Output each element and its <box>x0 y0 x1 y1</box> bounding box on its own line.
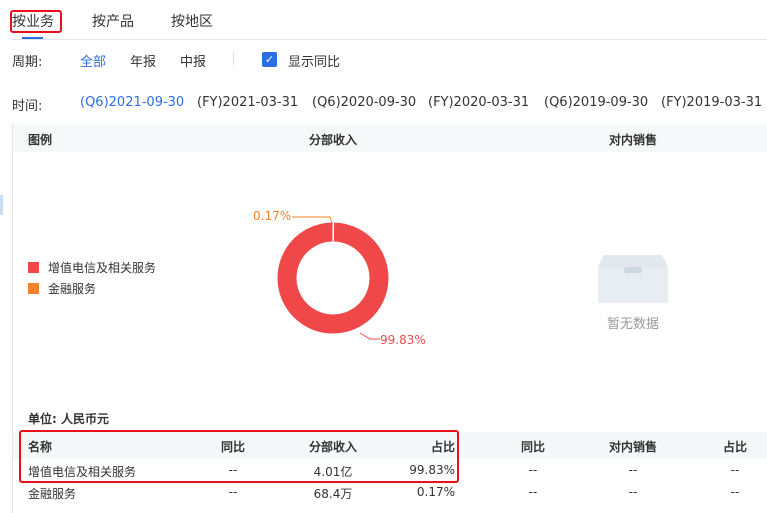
time-option[interactable]: (Q6)2020-09-30 <box>312 95 416 110</box>
period-all[interactable]: 全部 <box>80 51 106 70</box>
table-cell: -- <box>730 463 740 477</box>
show-yoy-checkbox[interactable]: ✓ <box>262 52 277 67</box>
legend-title: 图例 <box>28 133 53 147</box>
column-header: 占比 <box>722 440 748 454</box>
label-leader <box>359 332 380 340</box>
empty-box-icon <box>598 255 668 303</box>
legend-swatch <box>28 262 39 273</box>
tab-by-product[interactable]: 按产品 <box>92 11 134 31</box>
period-interim[interactable]: 中报 <box>180 51 206 70</box>
time-option[interactable]: (FY)2021-03-31 <box>197 95 298 110</box>
highlight-box <box>10 10 62 33</box>
table-cell: -- <box>730 485 740 499</box>
table-cell: -- <box>228 485 238 499</box>
time-option[interactable]: (Q6)2021-09-30 <box>80 95 184 110</box>
column-header: 同比 <box>520 440 546 454</box>
time-option[interactable]: (FY)2020-03-31 <box>428 95 529 110</box>
divider <box>233 52 234 65</box>
unit-label: 单位: 人民币元 <box>28 412 109 426</box>
time-label: 时间: <box>12 99 43 114</box>
table-cell: 金融服务 <box>28 487 77 501</box>
internal-sales-col-title: 对内销售 <box>608 133 658 147</box>
legend-label[interactable]: 金融服务 <box>48 280 96 297</box>
table-cell: -- <box>628 485 638 499</box>
time-option[interactable]: (FY)2019-03-31 <box>661 95 762 110</box>
table-cell: -- <box>628 463 638 477</box>
period-label: 周期: <box>12 55 43 70</box>
table-cell: -- <box>528 463 538 477</box>
revenue-col-title: 分部收入 <box>308 133 358 147</box>
show-yoy-label[interactable]: 显示同比 <box>288 51 340 70</box>
legend-swatch <box>28 283 39 294</box>
side-marker <box>0 195 3 215</box>
period-annual[interactable]: 年报 <box>130 51 156 70</box>
time-option[interactable]: (Q6)2019-09-30 <box>544 95 648 110</box>
table-cell: 68.4万 <box>313 487 353 501</box>
tab-by-region[interactable]: 按地区 <box>171 11 213 31</box>
table-cell: -- <box>528 485 538 499</box>
empty-text: 暂无数据 <box>606 317 660 332</box>
legend-label[interactable]: 增值电信及相关服务 <box>48 259 156 276</box>
table-cell: 0.17% <box>416 485 455 499</box>
slice-financial-services[interactable] <box>332 221 335 243</box>
column-header: 对内销售 <box>608 440 658 454</box>
highlight-box <box>19 430 459 483</box>
divider <box>12 39 767 40</box>
slice-label: 99.83% <box>380 333 426 347</box>
slice-label: 0.17% <box>253 209 292 223</box>
